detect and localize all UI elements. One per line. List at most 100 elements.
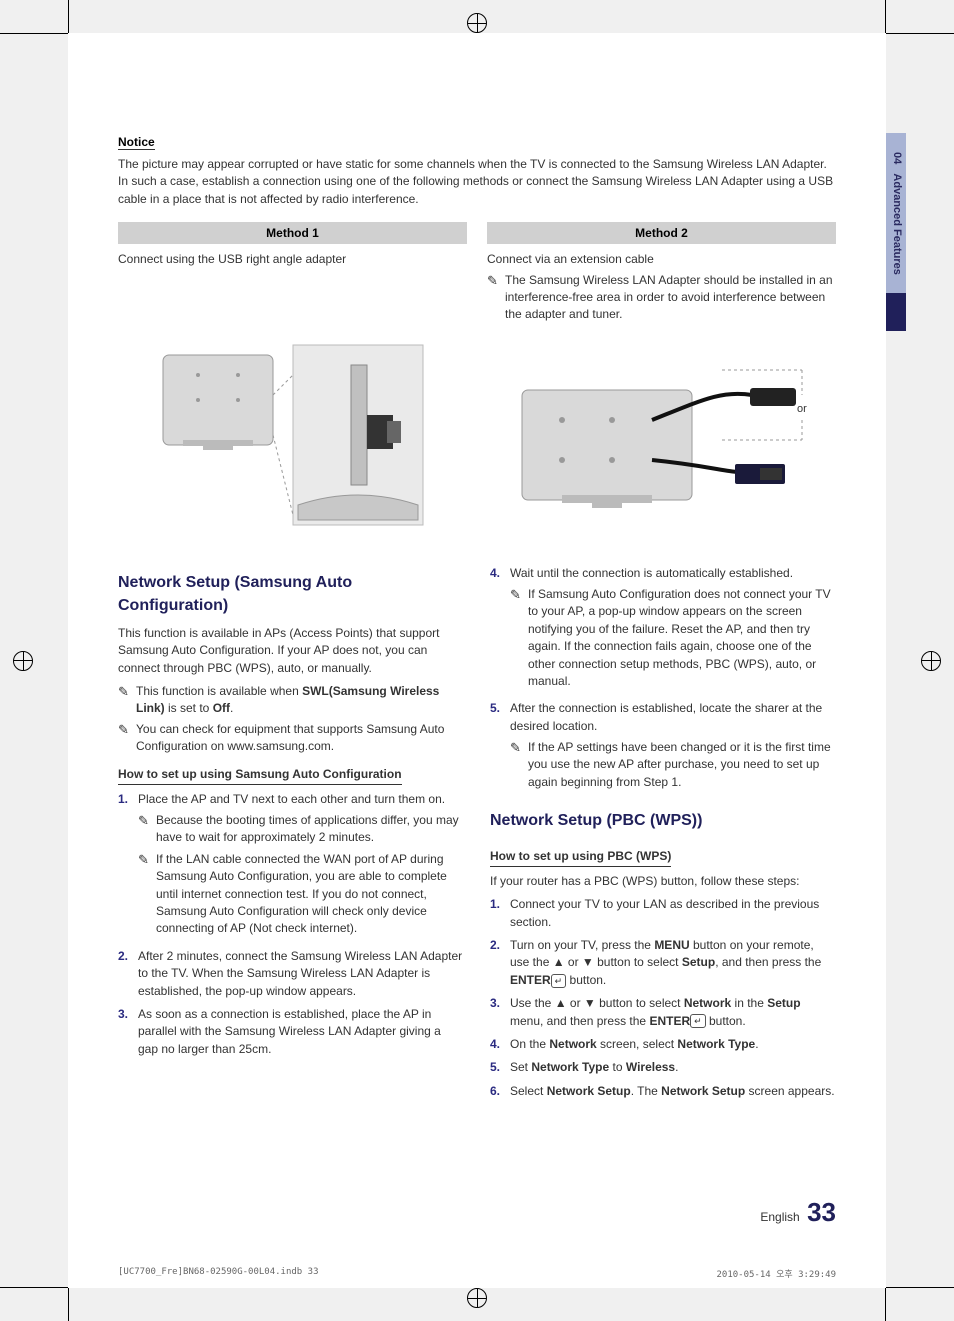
- note-icon: ✎: [510, 739, 528, 791]
- step-4-note: ✎ If Samsung Auto Configuration does not…: [510, 586, 836, 690]
- step-number: 3.: [118, 1006, 138, 1058]
- crop-mark: [0, 33, 68, 34]
- pbc-intro: If your router has a PBC (WPS) button, f…: [490, 873, 836, 890]
- step-5-text: After the connection is established, loc…: [510, 701, 822, 732]
- tab-text: Advanced Features: [891, 173, 903, 274]
- notice-paragraph: The picture may appear corrupted or have…: [118, 156, 836, 208]
- step-1: 1. Place the AP and TV next to each othe…: [118, 791, 464, 942]
- page-lang: English: [760, 1210, 799, 1224]
- note-icon: ✎: [118, 683, 136, 717]
- note-icon: ✎: [510, 586, 528, 690]
- tab-num: 04: [891, 152, 903, 164]
- pbc-step-3: 3. Use the ▲ or ▼ button to select Netwo…: [490, 995, 836, 1030]
- pbc-step-2-text: Turn on your TV, press the MENU button o…: [510, 937, 836, 989]
- pbc-step-3-text: Use the ▲ or ▼ button to select Network …: [510, 995, 836, 1030]
- subhead-pbc: How to set up using PBC (WPS): [490, 848, 671, 866]
- step-1-note-a: ✎ Because the booting times of applicati…: [138, 812, 464, 847]
- crop-mark: [886, 1287, 954, 1288]
- registration-mark-icon: [921, 651, 941, 671]
- step-3: 3. As soon as a connection is establishe…: [118, 1006, 464, 1058]
- subhead-samsung-auto: How to set up using Samsung Auto Configu…: [118, 766, 402, 784]
- steps-list-right-cont: 4. Wait until the connection is automati…: [490, 565, 836, 796]
- notice-heading: Notice: [118, 135, 155, 150]
- step-1-text: Place the AP and TV next to each other a…: [138, 792, 445, 806]
- step-5-note: ✎ If the AP settings have been changed o…: [510, 739, 836, 791]
- registration-mark-icon: [467, 1288, 487, 1308]
- section-title-pbc: Network Setup (PBC (WPS)): [490, 809, 836, 832]
- crop-mark: [68, 1288, 69, 1321]
- step-number: 3.: [490, 995, 510, 1030]
- note-check-text: You can check for equipment that support…: [136, 721, 464, 755]
- pbc-step-6-text: Select Network Setup. The Network Setup …: [510, 1083, 836, 1100]
- step-number: 4.: [490, 1036, 510, 1053]
- registration-mark-icon: [13, 651, 33, 671]
- steps-list-left: 1. Place the AP and TV next to each othe…: [118, 791, 464, 1058]
- footer-right: 2010-05-14 오후 3:29:49: [716, 1267, 836, 1280]
- step-number: 5.: [490, 1059, 510, 1076]
- step-5: 5. After the connection is established, …: [490, 700, 836, 795]
- note-check-equipment: ✎ You can check for equipment that suppo…: [118, 721, 464, 755]
- pbc-step-6: 6. Select Network Setup. The Network Set…: [490, 1083, 836, 1100]
- registration-mark-icon: [467, 13, 487, 33]
- left-column: Network Setup (Samsung Auto Configuratio…: [118, 565, 464, 1107]
- note-swl: ✎ This function is available when SWL(Sa…: [118, 683, 464, 717]
- method2-note: ✎ The Samsung Wireless LAN Adapter shoul…: [487, 272, 836, 322]
- method2-header: Method 2: [487, 222, 836, 244]
- step-number: 5.: [490, 700, 510, 795]
- enter-icon: ↵: [551, 974, 567, 988]
- note-icon: ✎: [138, 812, 156, 847]
- step-2-text: After 2 minutes, connect the Samsung Wir…: [138, 948, 464, 1000]
- section-title-samsung-auto: Network Setup (Samsung Auto Configuratio…: [118, 571, 464, 617]
- method1-subtitle: Connect using the USB right angle adapte…: [118, 252, 467, 266]
- page-number: English 33: [760, 1197, 836, 1228]
- method2-subtitle: Connect via an extension cable: [487, 252, 836, 266]
- note-icon: ✎: [487, 272, 505, 322]
- step-number: 2.: [490, 937, 510, 989]
- step-4: 4. Wait until the connection is automati…: [490, 565, 836, 695]
- pbc-step-1-text: Connect your TV to your LAN as described…: [510, 896, 836, 931]
- or-label: or: [797, 403, 807, 415]
- method2-illustration: or: [487, 335, 836, 535]
- enter-icon: ↵: [690, 1014, 706, 1028]
- step-number: 6.: [490, 1083, 510, 1100]
- pbc-step-1: 1. Connect your TV to your LAN as descri…: [490, 896, 836, 931]
- method-headers-row: Method 1 Connect using the USB right ang…: [118, 222, 836, 326]
- step-3-text: As soon as a connection is established, …: [138, 1006, 464, 1058]
- right-column: 4. Wait until the connection is automati…: [490, 565, 836, 1107]
- crop-mark: [886, 33, 954, 34]
- note-icon: ✎: [138, 851, 156, 938]
- step-number: 1.: [118, 791, 138, 942]
- two-column-body: Network Setup (Samsung Auto Configuratio…: [118, 565, 836, 1107]
- method2-note-text: The Samsung Wireless LAN Adapter should …: [505, 272, 836, 322]
- step-1-note-b: ✎ If the LAN cable connected the WAN por…: [138, 851, 464, 938]
- illustration-row: or: [118, 335, 836, 535]
- pbc-step-2: 2. Turn on your TV, press the MENU butto…: [490, 937, 836, 989]
- crop-mark: [885, 1288, 886, 1321]
- pbc-step-4-text: On the Network screen, select Network Ty…: [510, 1036, 836, 1053]
- footer-left: [UC7700_Fre]BN68-02590G-00L04.indb 33: [118, 1267, 318, 1280]
- side-tab-accent: [886, 293, 906, 331]
- samsung-auto-para: This function is available in APs (Acces…: [118, 625, 464, 677]
- page-content: 04 Advanced Features Notice The picture …: [68, 33, 886, 1288]
- pbc-step-5-text: Set Network Type to Wireless.: [510, 1059, 836, 1076]
- step-number: 4.: [490, 565, 510, 695]
- print-footer: [UC7700_Fre]BN68-02590G-00L04.indb 33 20…: [118, 1267, 836, 1280]
- crop-mark: [885, 0, 886, 33]
- crop-mark: [68, 0, 69, 33]
- page-num-value: 33: [807, 1197, 836, 1227]
- pbc-step-5: 5. Set Network Type to Wireless.: [490, 1059, 836, 1076]
- step-1-note-a-text: Because the booting times of application…: [156, 812, 464, 847]
- step-number: 1.: [490, 896, 510, 931]
- step-5-note-text: If the AP settings have been changed or …: [528, 739, 836, 791]
- step-number: 2.: [118, 948, 138, 1000]
- step-4-note-text: If Samsung Auto Configuration does not c…: [528, 586, 836, 690]
- side-tab: 04 Advanced Features: [886, 133, 906, 331]
- pbc-step-4: 4. On the Network screen, select Network…: [490, 1036, 836, 1053]
- step-2: 2. After 2 minutes, connect the Samsung …: [118, 948, 464, 1000]
- note-swl-text: This function is available when SWL(Sams…: [136, 683, 464, 717]
- method1-header: Method 1: [118, 222, 467, 244]
- side-tab-label: 04 Advanced Features: [886, 133, 906, 293]
- note-icon: ✎: [118, 721, 136, 755]
- step-1-note-b-text: If the LAN cable connected the WAN port …: [156, 851, 464, 938]
- step-4-text: Wait until the connection is automatical…: [510, 566, 793, 580]
